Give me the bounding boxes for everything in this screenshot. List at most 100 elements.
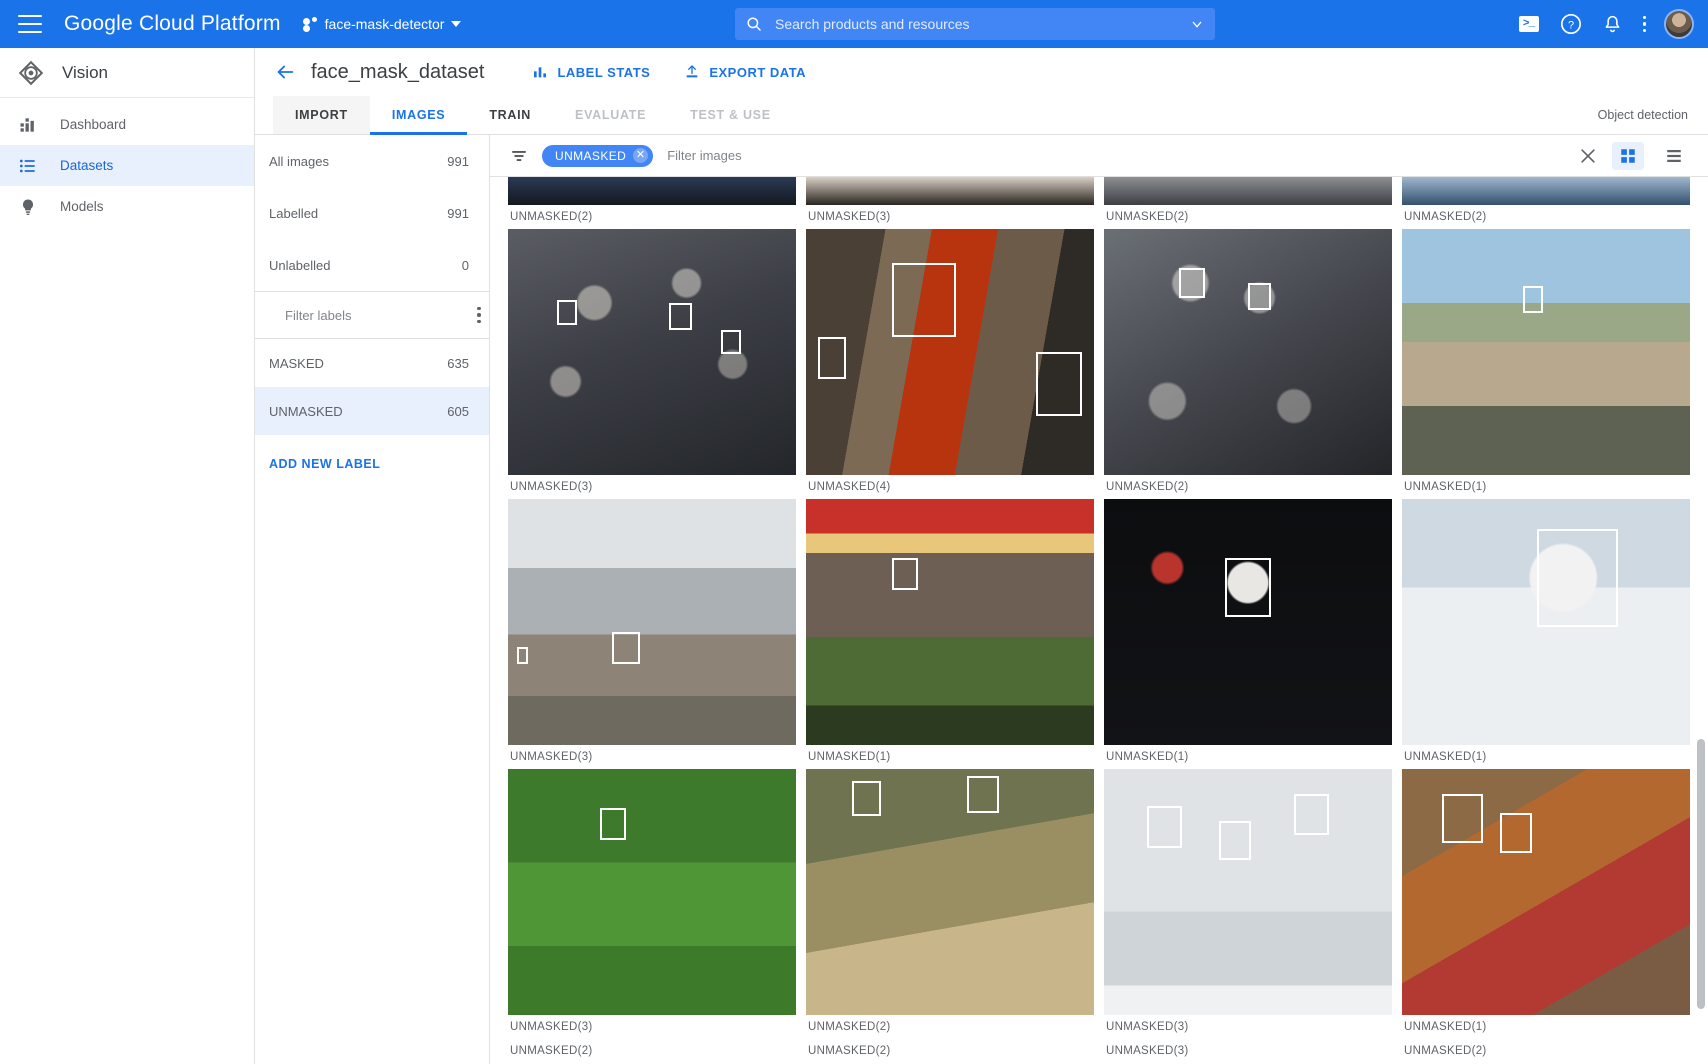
gcp-brand-title[interactable]: Google Cloud Platform xyxy=(64,12,281,36)
grid-view-icon[interactable] xyxy=(1612,141,1644,170)
grid-cell[interactable]: UNMASKED(2) xyxy=(508,177,796,229)
thumbnail-image[interactable] xyxy=(1104,499,1392,745)
tab-images[interactable]: IMAGES xyxy=(369,96,468,135)
product-sidebar: Vision Dashboard Datasets Models xyxy=(0,48,255,1064)
list-view-icon[interactable] xyxy=(1658,142,1690,170)
grid-cell[interactable]: UNMASKED(2) xyxy=(806,1039,1094,1063)
thumbnail-image[interactable] xyxy=(508,769,796,1015)
vision-logo-icon xyxy=(18,60,44,85)
avatar[interactable] xyxy=(1664,9,1694,39)
image-caption: UNMASKED(2) xyxy=(1106,211,1189,223)
thumbnail-image[interactable] xyxy=(508,499,796,745)
grid-cell[interactable]: UNMASKED(3) xyxy=(508,229,796,499)
thumbnail-image[interactable] xyxy=(1402,499,1690,745)
grid-cell[interactable]: UNMASKED(2) xyxy=(1402,177,1690,229)
export-data-button[interactable]: EXPORT DATA xyxy=(684,64,806,80)
image-caption: UNMASKED(3) xyxy=(510,1021,593,1033)
sidebar-item-datasets[interactable]: Datasets xyxy=(0,145,254,186)
bounding-box xyxy=(556,300,578,325)
grid-cell[interactable]: UNMASKED(3) xyxy=(508,499,796,769)
thumbnail-image[interactable] xyxy=(1104,177,1392,205)
gallery-scrollbar-thumb[interactable] xyxy=(1697,739,1705,1009)
sidebar-item-models[interactable]: Models xyxy=(0,186,254,227)
close-circle-icon[interactable]: ✕ xyxy=(633,148,649,163)
filter-chip-unmasked[interactable]: UNMASKED ✕ xyxy=(542,144,654,167)
gallery-scroll-area[interactable]: UNMASKED(2) UNMASKED(3) UNMASKED(2) UNMA… xyxy=(490,177,1708,1064)
image-caption: UNMASKED(2) xyxy=(1404,211,1487,223)
stat-unlabelled[interactable]: Unlabelled 0 xyxy=(255,239,489,291)
thumbnail-image[interactable] xyxy=(806,177,1094,205)
image-grid-row: UNMASKED(3) UNMASKED(1) UNMASKED(1) UNMA… xyxy=(508,499,1690,769)
thumbnail-image[interactable] xyxy=(1402,229,1690,475)
export-data-label: EXPORT DATA xyxy=(709,64,807,80)
gallery-scrollbar[interactable] xyxy=(1697,179,1705,1064)
label-row-masked[interactable]: MASKED 635 xyxy=(255,339,489,387)
sidebar-item-dashboard[interactable]: Dashboard xyxy=(0,104,254,145)
filter-icon[interactable] xyxy=(510,147,528,165)
grid-cell[interactable]: UNMASKED(3) xyxy=(1104,769,1392,1039)
tab-train[interactable]: TRAIN xyxy=(467,96,553,134)
grid-cell[interactable]: UNMASKED(3) xyxy=(806,177,1094,229)
thumbnail-image[interactable] xyxy=(508,177,796,205)
help-icon[interactable]: ? xyxy=(1559,12,1583,36)
grid-cell[interactable]: UNMASKED(2) xyxy=(1104,229,1392,499)
cloud-shell-icon[interactable]: >_ xyxy=(1517,12,1541,36)
grid-cell[interactable]: UNMASKED(2) xyxy=(1104,177,1392,229)
hamburger-menu-icon[interactable] xyxy=(18,15,42,33)
thumbnail-image[interactable] xyxy=(508,229,796,475)
grid-cell[interactable]: UNMASKED(2) xyxy=(1402,1039,1690,1063)
tab-test-and-use: TEST & USE xyxy=(690,108,771,122)
grid-cell[interactable]: UNMASKED(1) xyxy=(806,499,1094,769)
grid-cell[interactable]: UNMASKED(2) xyxy=(508,1039,796,1063)
grid-cell[interactable]: UNMASKED(1) xyxy=(1104,499,1392,769)
close-icon[interactable] xyxy=(1578,146,1598,166)
thumbnail-image[interactable] xyxy=(1104,769,1392,1015)
project-dots-icon xyxy=(302,16,318,32)
grid-cell[interactable]: UNMASKED(3) xyxy=(1104,1039,1392,1063)
label-row-unmasked[interactable]: UNMASKED 605 xyxy=(255,387,489,435)
thumbnail-image[interactable] xyxy=(806,499,1094,745)
thumbnail-image[interactable] xyxy=(806,769,1094,1015)
grid-cell[interactable]: UNMASKED(4) xyxy=(806,229,1094,499)
stat-label: Labelled xyxy=(269,205,319,221)
thumbnail-image[interactable] xyxy=(806,229,1094,475)
image-caption: UNMASKED(1) xyxy=(808,751,891,763)
stat-labelled[interactable]: Labelled 991 xyxy=(255,187,489,239)
notifications-bell-icon[interactable] xyxy=(1601,12,1625,36)
bounding-box xyxy=(516,646,529,664)
search-dropdown-chevron-icon[interactable] xyxy=(1189,16,1205,32)
global-header: Google Cloud Platform face-mask-detector… xyxy=(0,0,1708,48)
product-name: Vision xyxy=(62,62,108,82)
search-input[interactable] xyxy=(775,16,1177,32)
global-search[interactable] xyxy=(735,8,1215,40)
grid-cell[interactable]: UNMASKED(1) xyxy=(1402,499,1690,769)
grid-cell[interactable]: UNMASKED(3) xyxy=(508,769,796,1039)
filter-labels-input[interactable] xyxy=(285,307,461,323)
image-caption: UNMASKED(1) xyxy=(1106,751,1189,763)
grid-cell[interactable]: UNMASKED(2) xyxy=(806,769,1094,1039)
add-new-label-button[interactable]: ADD NEW LABEL xyxy=(255,435,489,471)
bounding-box xyxy=(1442,793,1483,843)
image-caption: UNMASKED(3) xyxy=(510,481,593,493)
image-caption: UNMASKED(1) xyxy=(1404,1021,1487,1033)
bounding-box xyxy=(1248,283,1272,311)
grid-cell[interactable]: UNMASKED(1) xyxy=(1402,769,1690,1039)
image-filter-bar: UNMASKED ✕ xyxy=(490,135,1708,177)
filter-images-input[interactable] xyxy=(667,148,1564,163)
bounding-box xyxy=(1522,285,1544,313)
bounding-box xyxy=(1224,558,1272,618)
kebab-menu-icon[interactable] xyxy=(1642,15,1646,33)
label-stats-button[interactable]: LABEL STATS xyxy=(532,64,650,80)
tab-import[interactable]: IMPORT xyxy=(273,96,370,134)
thumbnail-image[interactable] xyxy=(1402,177,1690,205)
bounding-box xyxy=(967,776,999,814)
back-arrow-icon[interactable] xyxy=(273,60,297,84)
thumbnail-image[interactable] xyxy=(1402,769,1690,1015)
thumbnail-image[interactable] xyxy=(1104,229,1392,475)
image-caption: UNMASKED(2) xyxy=(1404,1045,1487,1057)
project-selector[interactable]: face-mask-detector xyxy=(302,16,462,32)
grid-cell[interactable]: UNMASKED(1) xyxy=(1402,229,1690,499)
stat-all-images[interactable]: All images 991 xyxy=(255,135,489,187)
label-options-kebab-icon[interactable] xyxy=(477,306,481,324)
chevron-down-icon xyxy=(451,21,462,27)
